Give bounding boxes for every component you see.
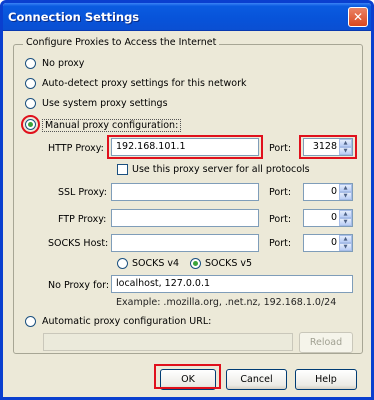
- auto-url-input[interactable]: [43, 333, 293, 351]
- spin-down-icon[interactable]: ▼: [339, 218, 352, 226]
- spin-up-icon[interactable]: ▲: [339, 235, 352, 243]
- socks-v5-label[interactable]: SOCKS v5: [205, 258, 252, 269]
- auto-url-label[interactable]: Automatic proxy configuration URL:: [42, 316, 211, 327]
- system-proxy-radio[interactable]: [25, 98, 36, 109]
- auto-url-radio[interactable]: [25, 316, 36, 327]
- same-proxy-label[interactable]: Use this proxy server for all protocols: [132, 164, 310, 175]
- manual-proxy-label[interactable]: Manual proxy configuration:: [42, 119, 182, 132]
- cancel-button[interactable]: Cancel: [226, 369, 287, 390]
- ssl-port-label: Port:: [269, 187, 292, 198]
- same-proxy-checkbox[interactable]: [117, 164, 128, 175]
- spin-down-icon[interactable]: ▼: [339, 243, 352, 251]
- socks-host-label: SOCKS Host:: [48, 238, 109, 249]
- reload-button[interactable]: Reload: [299, 332, 353, 353]
- manual-radio-highlight: [21, 115, 40, 134]
- help-button[interactable]: Help: [295, 369, 357, 390]
- socks-host-input[interactable]: [111, 234, 259, 252]
- connection-settings-dialog: Connection Settings ✕ Configure Proxies …: [0, 0, 374, 400]
- auto-detect-radio[interactable]: [25, 78, 36, 89]
- socks-port-stepper[interactable]: 0 ▲ ▼: [303, 234, 353, 252]
- group-legend: Configure Proxies to Access the Internet: [23, 37, 220, 48]
- http-proxy-label: HTTP Proxy:: [48, 143, 104, 154]
- ftp-proxy-input[interactable]: [111, 209, 259, 227]
- no-proxy-label[interactable]: No proxy: [42, 58, 84, 69]
- http-port-highlight: [299, 135, 357, 159]
- ssl-port-stepper[interactable]: 0 ▲ ▼: [303, 183, 353, 201]
- close-icon: ✕: [352, 10, 364, 24]
- ftp-port-label: Port:: [269, 214, 292, 225]
- system-proxy-label[interactable]: Use system proxy settings: [42, 98, 168, 109]
- socks-v4-radio[interactable]: [117, 258, 128, 269]
- close-button[interactable]: ✕: [348, 7, 368, 27]
- ssl-port-value: 0: [330, 186, 337, 197]
- ssl-proxy-input[interactable]: [111, 183, 259, 201]
- title-bar[interactable]: Connection Settings ✕: [3, 3, 371, 31]
- auto-detect-label[interactable]: Auto-detect proxy settings for this netw…: [42, 78, 247, 89]
- spin-up-icon[interactable]: ▲: [339, 184, 352, 192]
- no-proxy-for-label: No Proxy for:: [48, 280, 110, 291]
- ftp-proxy-label: FTP Proxy:: [58, 214, 107, 225]
- ftp-port-value: 0: [330, 212, 337, 223]
- socks-v4-label[interactable]: SOCKS v4: [132, 258, 179, 269]
- spin-up-icon[interactable]: ▲: [339, 210, 352, 218]
- ok-button-highlight: [154, 364, 221, 389]
- socks-port-value: 0: [330, 237, 337, 248]
- ssl-proxy-label: SSL Proxy:: [58, 187, 107, 198]
- spin-down-icon[interactable]: ▼: [339, 192, 352, 200]
- socks-v5-radio[interactable]: [190, 258, 201, 269]
- dialog-title: Connection Settings: [8, 10, 140, 24]
- ftp-port-stepper[interactable]: 0 ▲ ▼: [303, 209, 353, 227]
- socks-port-label: Port:: [269, 238, 292, 249]
- http-port-label: Port:: [269, 143, 292, 154]
- no-proxy-radio[interactable]: [25, 58, 36, 69]
- http-proxy-highlight: [107, 135, 263, 159]
- no-proxy-for-input[interactable]: localhost, 127.0.0.1: [111, 275, 353, 293]
- no-proxy-example: Example: .mozilla.org, .net.nz, 192.168.…: [116, 297, 337, 308]
